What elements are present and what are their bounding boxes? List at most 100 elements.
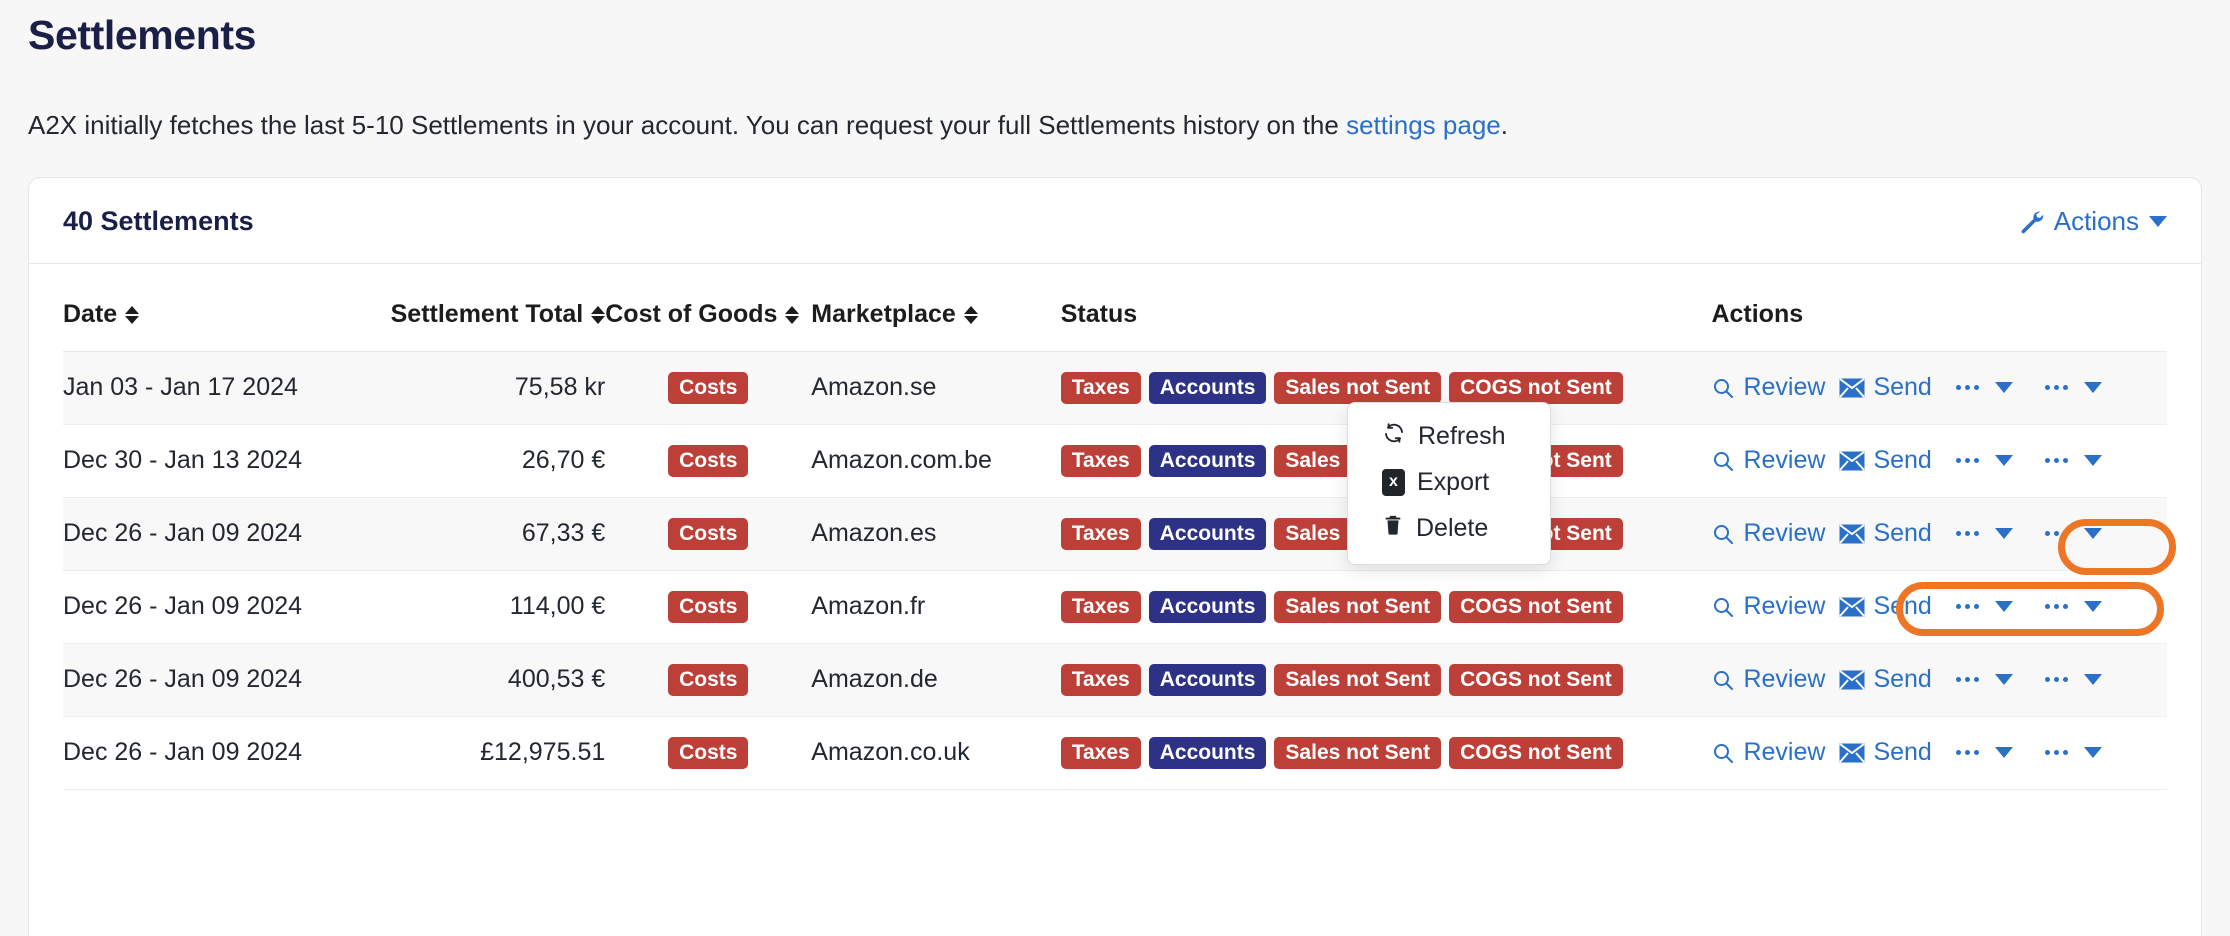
send-button[interactable]: Send [1839, 738, 1932, 767]
refresh-icon [1382, 421, 1406, 452]
status-badge[interactable]: Taxes [1060, 590, 1141, 623]
status-badge[interactable]: Accounts [1148, 517, 1267, 550]
send-button[interactable]: Send [1839, 373, 1932, 402]
row-more-dropdown-1[interactable] [1946, 376, 2021, 399]
ellipsis-icon [2043, 458, 2070, 464]
trash-icon [1382, 513, 1404, 544]
column-header-date[interactable]: Date [63, 263, 356, 352]
row-more-dropdown-2[interactable] [2035, 522, 2110, 545]
status-badge[interactable]: Taxes [1060, 444, 1141, 477]
row-more-dropdown-1[interactable] [1946, 668, 2021, 691]
table-row: Dec 26 - Jan 09 2024 £12,975.51 Costs Amazo… [63, 716, 2167, 790]
status-badge[interactable]: COGS not Sent [1449, 590, 1623, 623]
card-header: 40 Settlements Actions [29, 178, 2201, 264]
ellipsis-icon [1954, 458, 1981, 464]
sort-icon-settlement-total[interactable] [591, 306, 606, 325]
status-badge[interactable]: Accounts [1148, 590, 1267, 623]
cell-actions: Review Send [1711, 643, 2167, 716]
costs-badge[interactable]: Costs [668, 517, 749, 550]
status-badge[interactable]: COGS not Sent [1449, 371, 1623, 404]
cell-settlement-total: 400,53 € [507, 665, 606, 694]
status-badge[interactable]: Taxes [1060, 371, 1141, 404]
row-more-dropdown-2[interactable] [2035, 376, 2110, 399]
row-more-dropdown-2[interactable] [2035, 595, 2110, 618]
status-badge[interactable]: Taxes [1060, 736, 1141, 769]
review-label: Review [1743, 592, 1826, 621]
review-button[interactable]: Review [1711, 446, 1825, 475]
costs-badge[interactable]: Costs [668, 371, 749, 404]
status-badge[interactable]: Taxes [1060, 517, 1141, 550]
dropdown-item-refresh-label: Refresh [1418, 421, 1506, 450]
review-button[interactable]: Review [1711, 738, 1825, 767]
status-badge[interactable]: Sales not Sent [1274, 736, 1442, 769]
chevron-down-icon [1994, 601, 2013, 613]
row-more-dropdown-2[interactable] [2035, 668, 2110, 691]
table-row: Dec 30 - Jan 13 2024 26,70 € Costs Amazon.c… [63, 424, 2167, 498]
row-more-dropdown-2[interactable] [2035, 741, 2110, 764]
status-badge[interactable]: Sales not Sent [1274, 663, 1442, 696]
cell-date: Dec 26 - Jan 09 2024 [63, 738, 303, 767]
status-badge[interactable]: Accounts [1148, 736, 1267, 769]
send-label: Send [1873, 665, 1932, 694]
sort-icon-marketplace[interactable] [963, 306, 978, 325]
actions-dropdown-button[interactable]: Actions [2018, 206, 2167, 237]
review-button[interactable]: Review [1711, 373, 1825, 402]
status-badge[interactable]: COGS not Sent [1449, 663, 1623, 696]
send-label: Send [1873, 519, 1932, 548]
send-button[interactable]: Send [1839, 665, 1932, 694]
review-label: Review [1743, 665, 1826, 694]
row-more-dropdown-1[interactable] [1946, 595, 2021, 618]
ellipsis-icon [1954, 604, 1981, 610]
status-badge[interactable]: Sales not Sent [1274, 590, 1442, 623]
column-header-status-label: Status [1060, 299, 1138, 328]
ellipsis-icon [2043, 604, 2070, 610]
cell-cost-of-goods: Costs [605, 351, 811, 424]
column-header-cost-of-goods[interactable]: Cost of Goods [605, 263, 812, 352]
ellipsis-icon [2043, 531, 2070, 537]
row-more-dropdown-1[interactable] [1946, 449, 2021, 472]
dropdown-item-delete[interactable]: Delete [1348, 505, 1550, 552]
column-header-date-label: Date [63, 299, 118, 328]
row-more-dropdown-1[interactable] [1946, 741, 2021, 764]
settings-page-link[interactable]: settings page [1346, 110, 1501, 140]
cell-date: Dec 26 - Jan 09 2024 [63, 519, 303, 548]
column-header-cost-of-goods-label: Cost of Goods [605, 299, 778, 328]
cell-cost-of-goods: Costs [605, 570, 811, 643]
send-button[interactable]: Send [1839, 592, 1932, 621]
settlements-card: 40 Settlements Actions Date Settlement T… [28, 176, 2202, 936]
send-button[interactable]: Send [1839, 446, 1932, 475]
cell-actions: Review Send [1711, 497, 2167, 570]
cell-marketplace: Amazon.co.uk [811, 738, 970, 767]
review-button[interactable]: Review [1711, 592, 1825, 621]
column-header-marketplace[interactable]: Marketplace [811, 263, 1061, 352]
costs-badge[interactable]: Costs [668, 663, 749, 696]
sort-icon-date[interactable] [125, 306, 140, 325]
send-button[interactable]: Send [1839, 519, 1932, 548]
status-badge[interactable]: COGS not Sent [1449, 736, 1623, 769]
row-more-dropdown-1[interactable] [1946, 522, 2021, 545]
dropdown-item-export[interactable]: x Export [1348, 460, 1550, 505]
status-badge[interactable]: Sales not Sent [1274, 371, 1442, 404]
ellipsis-icon [2043, 385, 2070, 391]
table-body: Jan 03 - Jan 17 2024 75,58 kr Costs Amazon.… [63, 351, 2167, 790]
chevron-down-icon [2083, 455, 2102, 467]
status-badge[interactable]: Accounts [1148, 371, 1267, 404]
review-button[interactable]: Review [1711, 519, 1825, 548]
cell-actions: Review Send [1711, 424, 2167, 497]
cell-cost-of-goods: Costs [605, 643, 811, 716]
costs-badge[interactable]: Costs [668, 590, 749, 623]
row-actions-dropdown-menu[interactable]: Refresh x Export Delete [1347, 401, 1551, 565]
costs-badge[interactable]: Costs [668, 736, 749, 769]
sort-icon-cost-of-goods[interactable] [785, 306, 800, 325]
status-badge[interactable]: Accounts [1148, 663, 1267, 696]
cell-settlement-total: 26,70 € [521, 446, 606, 475]
status-badge[interactable]: Accounts [1148, 444, 1267, 477]
cell-settlement-total: 114,00 € [509, 592, 606, 621]
dropdown-item-refresh[interactable]: Refresh [1348, 413, 1550, 460]
review-label: Review [1743, 446, 1826, 475]
column-header-settlement-total[interactable]: Settlement Total [355, 263, 606, 352]
row-more-dropdown-2[interactable] [2035, 449, 2110, 472]
costs-badge[interactable]: Costs [668, 444, 749, 477]
status-badge[interactable]: Taxes [1060, 663, 1141, 696]
review-button[interactable]: Review [1711, 665, 1825, 694]
